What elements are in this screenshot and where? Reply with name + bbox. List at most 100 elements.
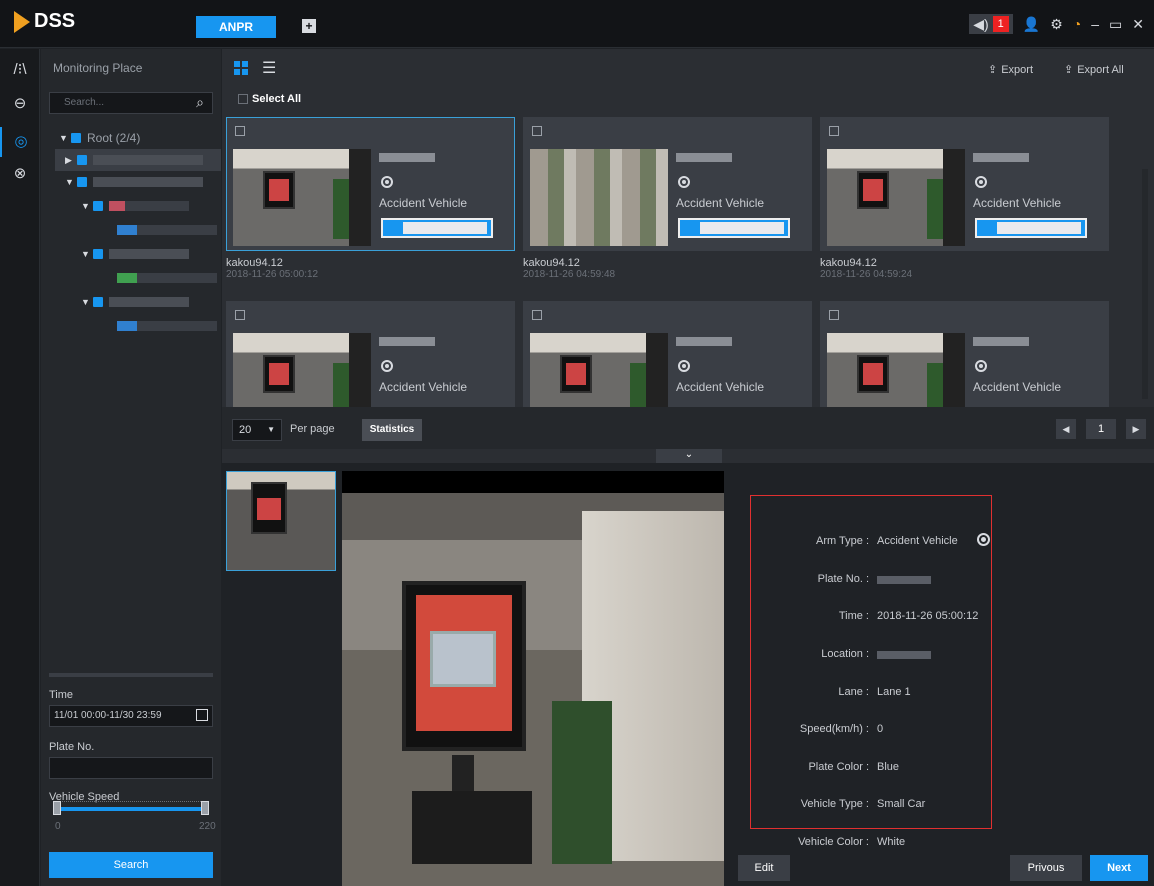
checkbox[interactable]: [71, 133, 81, 143]
prev-page-button[interactable]: ◀: [1056, 419, 1076, 439]
capture-thumbnail: [233, 149, 371, 246]
arm-type: Accident Vehicle: [379, 196, 468, 210]
speed-slider[interactable]: [57, 807, 203, 811]
expand-icon[interactable]: ▼: [81, 249, 93, 259]
tree-node[interactable]: ▼: [81, 291, 189, 313]
tree-node[interactable]: ▼: [81, 243, 189, 265]
list-view-icon[interactable]: ☰: [262, 58, 276, 78]
expand-icon[interactable]: ▼: [59, 133, 71, 143]
card-meta: kakou94.12 2018-11-26 05:00:12: [226, 257, 318, 280]
slider-min-handle[interactable]: [53, 801, 61, 815]
record-card[interactable]: Accident Vehicle: [226, 301, 515, 407]
node-label-blurred: [117, 273, 217, 283]
card-checkbox[interactable]: [829, 310, 839, 320]
select-all[interactable]: Select All: [238, 93, 301, 105]
checkbox[interactable]: [93, 297, 103, 307]
record-card[interactable]: Accident Vehicle: [523, 117, 812, 251]
vehicle-icon[interactable]: ⊗: [0, 159, 40, 189]
tree-node[interactable]: [117, 315, 217, 337]
plate-color-label: Plate Color :: [808, 761, 869, 773]
node-label-blurred: [117, 321, 217, 331]
tree-node[interactable]: [117, 267, 217, 289]
card-checkbox[interactable]: [532, 126, 542, 136]
close-icon[interactable]: ✕: [1132, 14, 1144, 34]
search-button[interactable]: Search: [49, 852, 213, 878]
plate-image: [381, 218, 493, 238]
card-checkbox[interactable]: [235, 310, 245, 320]
detail-thumbnail[interactable]: [226, 471, 336, 571]
calendar-icon[interactable]: [196, 709, 208, 721]
checkbox[interactable]: [77, 155, 87, 165]
node-label-blurred: [93, 177, 203, 187]
select-all-checkbox[interactable]: [238, 94, 248, 104]
record-card[interactable]: Accident Vehicle: [820, 117, 1109, 251]
export-button[interactable]: ⇪ Export: [988, 63, 1033, 76]
expand-icon[interactable]: ▼: [81, 297, 93, 307]
arm-type: Accident Vehicle: [676, 196, 765, 210]
export-all-button[interactable]: ⇪ Export All: [1064, 63, 1124, 76]
tree-scrollbar[interactable]: [49, 673, 213, 677]
search-icon[interactable]: ⌕: [196, 94, 204, 111]
vehicle-type-label: Vehicle Type :: [800, 798, 869, 810]
expand-icon[interactable]: ▼: [81, 201, 93, 211]
capture-thumbnail: [827, 149, 965, 246]
app-logo: DSS: [14, 10, 75, 33]
grid-view-icon[interactable]: [234, 61, 248, 75]
card-checkbox[interactable]: [235, 126, 245, 136]
card-checkbox[interactable]: [829, 126, 839, 136]
plate-number-blurred: [379, 337, 435, 346]
per-page-select[interactable]: 20 ▼: [232, 419, 282, 441]
record-card[interactable]: Accident Vehicle: [820, 301, 1109, 407]
tree-node[interactable]: ▶: [55, 149, 221, 171]
logo-mark-icon: [14, 10, 30, 33]
accident-wheel-icon: [975, 360, 987, 372]
select-all-label: Select All: [252, 93, 302, 105]
collapse-icon[interactable]: ▶: [65, 155, 77, 166]
tree-node[interactable]: ▼: [65, 171, 203, 193]
card-device-name: kakou94.12: [523, 257, 580, 269]
current-page[interactable]: 1: [1086, 419, 1116, 439]
plate-input[interactable]: [49, 757, 213, 779]
location-blurred: [877, 651, 931, 659]
capture-thumbnail: [827, 333, 965, 407]
tree-node[interactable]: ▼: [81, 195, 189, 217]
info-time: Time : 2018-11-26 05:00:12: [751, 610, 993, 626]
statistics-button[interactable]: Statistics: [362, 419, 422, 441]
tree-root[interactable]: ▼ Root (2/4): [59, 127, 140, 149]
previous-button[interactable]: Privous: [1010, 855, 1082, 881]
time-range-field[interactable]: 11/01 00:00-11/30 23:59: [49, 705, 213, 727]
expand-icon[interactable]: ▼: [65, 177, 77, 187]
alarm-indicator[interactable]: ◀) 1: [969, 14, 1013, 34]
node-label-blurred: [117, 225, 217, 235]
arm-type: Accident Vehicle: [676, 380, 765, 394]
slider-max-handle[interactable]: [201, 801, 209, 815]
road-icon[interactable]: /⁝\: [0, 55, 40, 85]
record-card[interactable]: Accident Vehicle: [523, 301, 812, 407]
checkbox[interactable]: [77, 177, 87, 187]
panel-title: Monitoring Place: [53, 61, 143, 75]
chevron-down-icon: ⌄: [684, 449, 694, 460]
collapse-detail-button[interactable]: ⌄: [656, 449, 722, 463]
gear-icon[interactable]: ⚙: [1050, 14, 1063, 34]
gauge-icon[interactable]: ◔: [1073, 14, 1081, 34]
next-button[interactable]: Next: [1090, 855, 1148, 881]
location-label: Location :: [821, 648, 869, 660]
card-checkbox[interactable]: [532, 310, 542, 320]
tab-anpr[interactable]: ANPR: [196, 16, 276, 38]
slider-track-dotted: [57, 801, 203, 805]
restore-icon[interactable]: ▭: [1109, 14, 1122, 34]
user-icon[interactable]: 👤: [1023, 14, 1040, 34]
next-page-button[interactable]: ▶: [1126, 419, 1146, 439]
capture-thumbnail: [233, 333, 371, 407]
search-input[interactable]: Search... ⌕: [49, 92, 213, 114]
record-card[interactable]: Accident Vehicle: [226, 117, 515, 251]
speed-icon[interactable]: ◎: [0, 127, 40, 157]
edit-button[interactable]: Edit: [738, 855, 790, 881]
checkbox[interactable]: [93, 201, 103, 211]
steering-wheel-icon[interactable]: ⊖: [0, 89, 40, 119]
results-scrollbar[interactable]: [1142, 169, 1148, 399]
tree-node[interactable]: [117, 219, 217, 241]
checkbox[interactable]: [93, 249, 103, 259]
minimize-icon[interactable]: –: [1091, 14, 1099, 34]
add-tab-button[interactable]: +: [302, 19, 316, 33]
